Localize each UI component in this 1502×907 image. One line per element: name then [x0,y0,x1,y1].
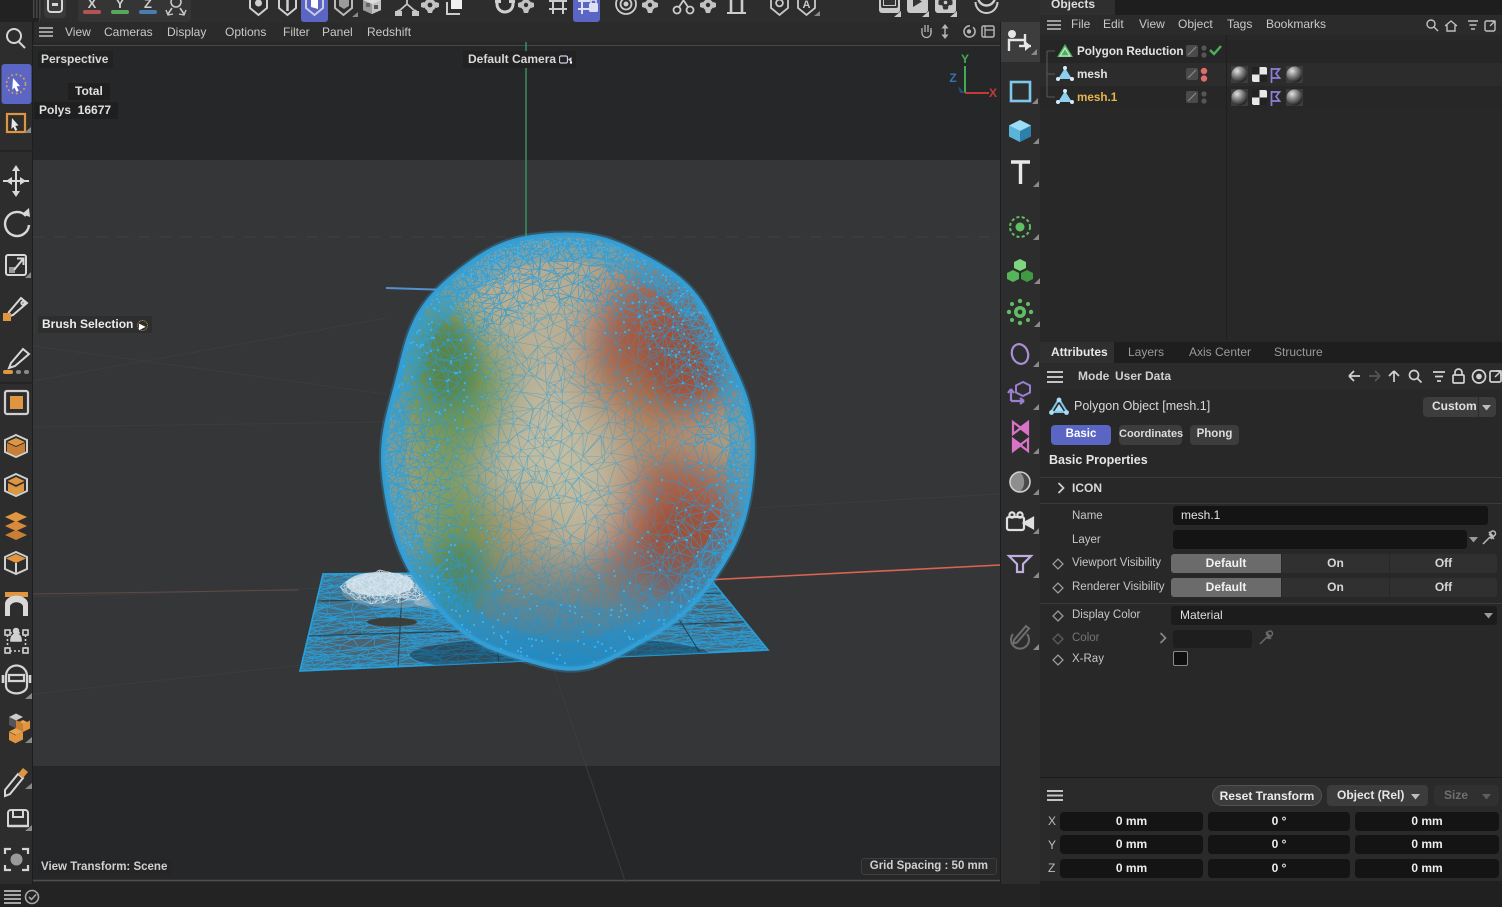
svg-text:A: A [803,0,811,11]
svg-text:Z: Z [144,0,152,11]
svg-text:X: X [88,0,97,11]
svg-text:Y: Y [961,52,969,66]
svg-text:X: X [989,86,997,100]
svg-text:Z: Z [949,71,956,85]
svg-text:Y: Y [116,0,125,11]
